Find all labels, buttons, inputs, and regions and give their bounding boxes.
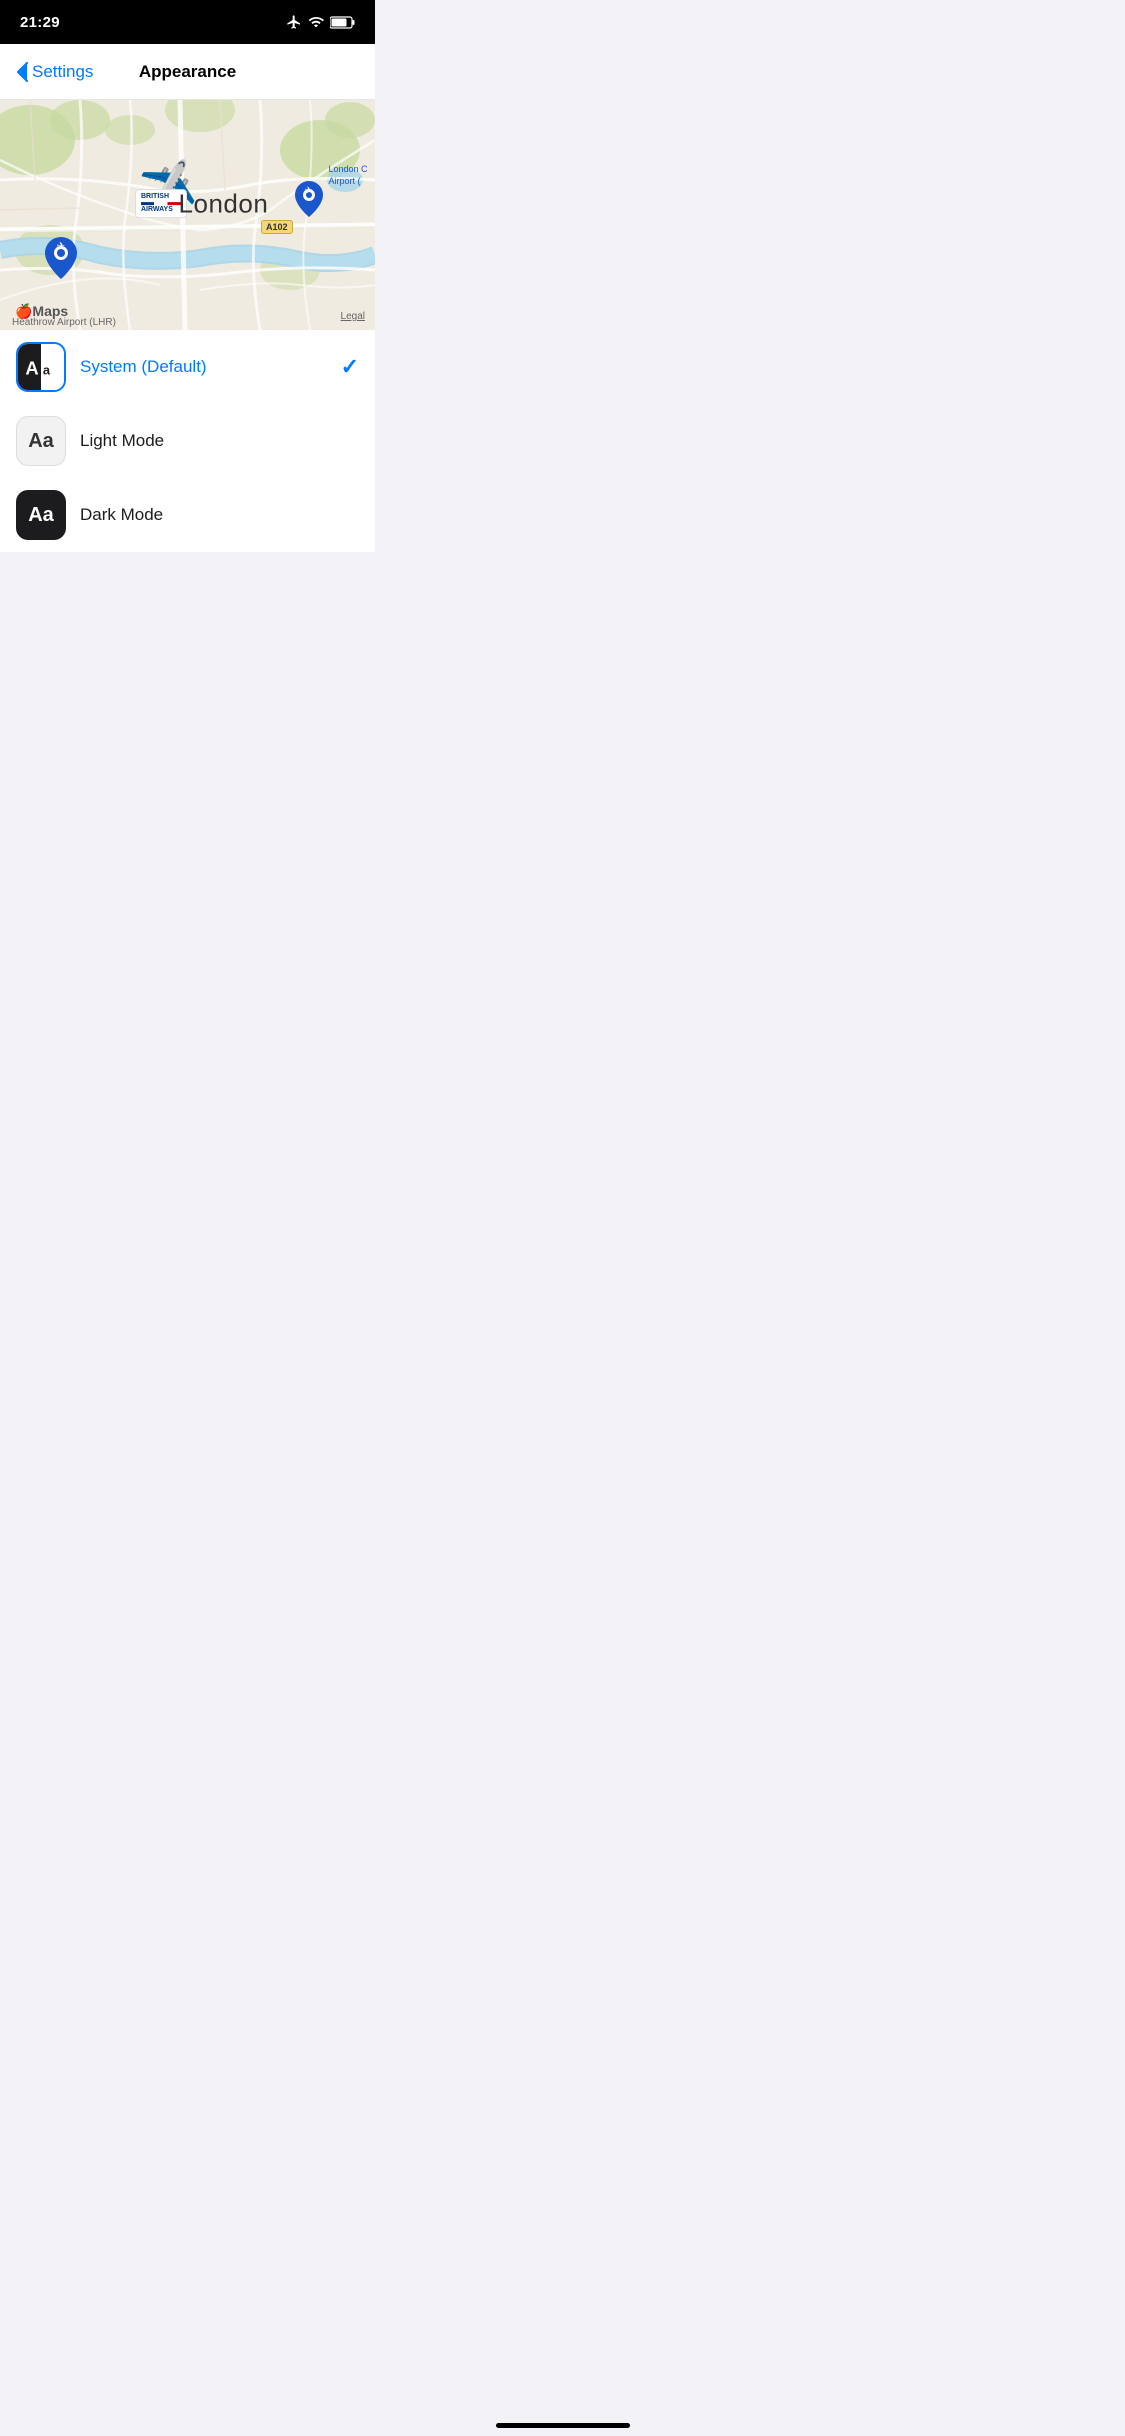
svg-text:a: a [43, 362, 51, 377]
empty-gray-section [0, 552, 375, 952]
appearance-options-list: A a System (Default) ✓ Aa Light Mode Aa … [0, 330, 375, 552]
back-button[interactable]: Settings [16, 62, 93, 82]
back-chevron-icon [16, 62, 28, 82]
status-time: 21:29 [20, 14, 60, 31]
appearance-option-system[interactable]: A a System (Default) ✓ [0, 330, 375, 404]
dark-mode-aa: Aa [28, 504, 54, 527]
heathrow-label: Heathrow Airport (LHR) [12, 317, 116, 328]
battery-icon [330, 16, 355, 29]
home-indicator [496, 2423, 630, 2428]
map-preview: ✈️ BRITISH AIRWAYS London ✈ ✈ London CAi… [0, 100, 375, 330]
svg-text:A: A [25, 357, 38, 378]
ba-bar [141, 202, 181, 205]
a102-badge: A102 [261, 220, 293, 234]
status-bar: 21:29 [0, 0, 375, 44]
legal-text: Legal [341, 311, 365, 322]
nav-bar: Settings Appearance [0, 44, 375, 100]
airplane-mode-icon [286, 14, 302, 30]
light-mode-label: Light Mode [80, 431, 359, 451]
system-icon-svg: A a [18, 344, 64, 390]
system-default-label: System (Default) [80, 357, 341, 377]
page-title: Appearance [139, 62, 236, 82]
ba-airways: AIRWAYS [141, 206, 181, 214]
light-mode-aa: Aa [28, 430, 54, 453]
back-label: Settings [32, 62, 93, 82]
wifi-icon [308, 14, 324, 30]
status-icons [286, 14, 355, 30]
ba-name: BRITISH [141, 193, 181, 201]
system-checkmark-icon: ✓ [341, 354, 359, 380]
lhr-pin: ✈ [45, 237, 77, 284]
dark-mode-label: Dark Mode [80, 505, 359, 525]
dark-mode-icon: Aa [16, 490, 66, 540]
appearance-option-dark[interactable]: Aa Dark Mode [0, 478, 375, 552]
lcy-pin: ✈ [295, 181, 323, 222]
light-mode-icon: Aa [16, 416, 66, 466]
system-mode-icon: A a [16, 342, 66, 392]
appearance-option-light[interactable]: Aa Light Mode [0, 404, 375, 478]
lcy-label: London CAirport ( [328, 164, 367, 187]
map-london-label: London [179, 188, 269, 219]
